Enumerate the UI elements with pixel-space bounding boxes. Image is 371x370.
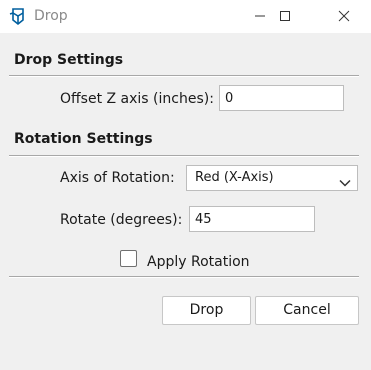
axis-of-rotation-value: Red (X-Axis) [195,170,274,185]
rotation-settings-separator [9,155,359,157]
cancel-button[interactable]: Cancel [255,296,359,325]
offset-z-input[interactable] [219,85,344,111]
drop-button[interactable]: Drop [162,296,251,325]
window-title: Drop [34,8,68,24]
bottom-separator [9,276,359,278]
apply-rotation-label[interactable]: Apply Rotation [147,254,250,271]
drop-dialog: Drop Drop Settings Offset Z axis (inches… [0,0,371,370]
title-bar[interactable]: Drop [0,0,371,33]
offset-z-label: Offset Z axis (inches): [60,91,214,107]
drop-settings-heading: Drop Settings [14,52,124,68]
maximize-icon [279,7,291,26]
sketchup-logo-icon [9,8,27,26]
close-button[interactable] [321,0,367,33]
chevron-down-icon [339,173,351,187]
maximize-button[interactable] [262,0,308,33]
rotate-degrees-input[interactable] [189,206,315,232]
rotation-settings-heading: Rotation Settings [14,131,153,147]
close-icon [338,7,350,26]
axis-of-rotation-select[interactable]: Red (X-Axis) [186,165,358,191]
drop-settings-separator [9,75,359,77]
axis-of-rotation-label: Axis of Rotation: [60,170,175,186]
apply-rotation-checkbox[interactable] [120,250,137,267]
rotate-degrees-label: Rotate (degrees): [60,212,183,228]
